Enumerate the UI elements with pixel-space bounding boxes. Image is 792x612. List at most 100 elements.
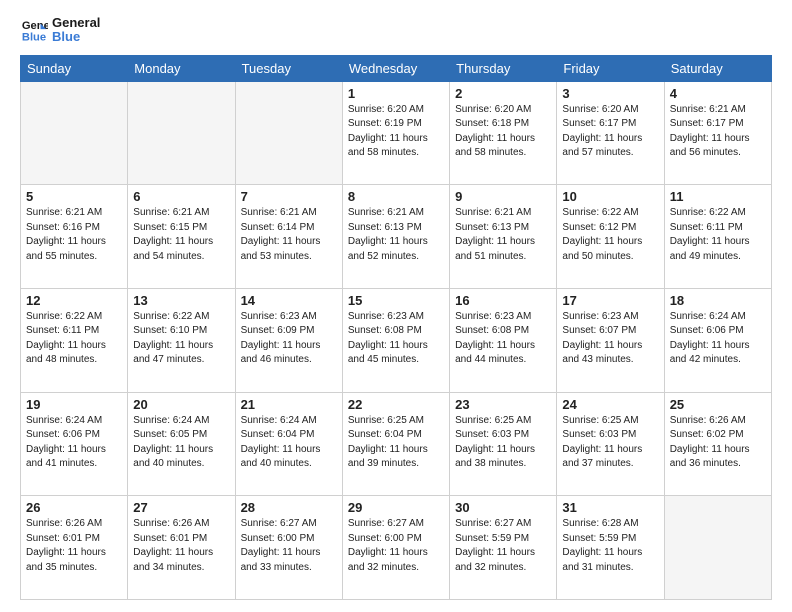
day-number: 11	[670, 189, 766, 204]
day-number: 31	[562, 500, 658, 515]
day-number: 1	[348, 86, 444, 101]
day-info: Sunrise: 6:22 AM Sunset: 6:10 PM Dayligh…	[133, 310, 229, 368]
header-sunday: Sunday	[21, 55, 128, 81]
day-info: Sunrise: 6:21 AM Sunset: 6:16 PM Dayligh…	[26, 206, 122, 264]
day-info: Sunrise: 6:23 AM Sunset: 6:07 PM Dayligh…	[562, 310, 658, 368]
calendar-table: Sunday Monday Tuesday Wednesday Thursday…	[20, 55, 772, 600]
day-number: 9	[455, 189, 551, 204]
day-info: Sunrise: 6:25 AM Sunset: 6:03 PM Dayligh…	[562, 414, 658, 472]
day-number: 6	[133, 189, 229, 204]
day-cell: 16 Sunrise: 6:23 AM Sunset: 6:08 PM Dayli…	[450, 288, 557, 392]
day-number: 12	[26, 293, 122, 308]
day-info: Sunrise: 6:27 AM Sunset: 5:59 PM Dayligh…	[455, 517, 551, 575]
week-row-0: 1 Sunrise: 6:20 AM Sunset: 6:19 PM Daylig…	[21, 81, 772, 185]
day-cell: 19 Sunrise: 6:24 AM Sunset: 6:06 PM Dayli…	[21, 392, 128, 496]
day-number: 29	[348, 500, 444, 515]
day-number: 17	[562, 293, 658, 308]
day-info: Sunrise: 6:21 AM Sunset: 6:17 PM Dayligh…	[670, 103, 766, 161]
day-number: 22	[348, 397, 444, 412]
day-number: 25	[670, 397, 766, 412]
logo-general: General	[52, 16, 100, 30]
day-cell: 18Sunrise: 6:24 AM Sunset: 6:06 PM Dayli…	[664, 288, 771, 392]
day-info: Sunrise: 6:27 AM Sunset: 6:00 PM Dayligh…	[241, 517, 337, 575]
day-cell: 11 Sunrise: 6:22 AM Sunset: 6:11 PM Dayli…	[664, 185, 771, 289]
day-cell: 4Sunrise: 6:21 AM Sunset: 6:17 PM Daylig…	[664, 81, 771, 185]
day-info: Sunrise: 6:25 AM Sunset: 6:03 PM Dayligh…	[455, 414, 551, 472]
day-cell: 1 Sunrise: 6:20 AM Sunset: 6:19 PM Daylig…	[342, 81, 449, 185]
header-tuesday: Tuesday	[235, 55, 342, 81]
day-cell: 2 Sunrise: 6:20 AM Sunset: 6:18 PM Daylig…	[450, 81, 557, 185]
page: General Blue General Blue Sunday Monday …	[0, 0, 792, 612]
day-number: 14	[241, 293, 337, 308]
day-cell: 23 Sunrise: 6:25 AM Sunset: 6:03 PM Dayli…	[450, 392, 557, 496]
day-number: 5	[26, 189, 122, 204]
day-info: Sunrise: 6:24 AM Sunset: 6:05 PM Dayligh…	[133, 414, 229, 472]
week-row-2: 12 Sunrise: 6:22 AM Sunset: 6:11 PM Dayli…	[21, 288, 772, 392]
day-info: Sunrise: 6:22 AM Sunset: 6:11 PM Dayligh…	[26, 310, 122, 368]
header: General Blue General Blue	[20, 16, 772, 45]
day-cell: 25Sunrise: 6:26 AM Sunset: 6:02 PM Dayli…	[664, 392, 771, 496]
day-cell: 17 Sunrise: 6:23 AM Sunset: 6:07 PM Dayli…	[557, 288, 664, 392]
day-info: Sunrise: 6:26 AM Sunset: 6:01 PM Dayligh…	[133, 517, 229, 575]
day-cell: 21Sunrise: 6:24 AM Sunset: 6:04 PM Dayli…	[235, 392, 342, 496]
logo-icon: General Blue	[20, 16, 48, 44]
day-number: 19	[26, 397, 122, 412]
day-number: 23	[455, 397, 551, 412]
day-cell: 9 Sunrise: 6:21 AM Sunset: 6:13 PM Daylig…	[450, 185, 557, 289]
day-info: Sunrise: 6:21 AM Sunset: 6:13 PM Dayligh…	[455, 206, 551, 264]
weekday-header-row: Sunday Monday Tuesday Wednesday Thursday…	[21, 55, 772, 81]
day-number: 10	[562, 189, 658, 204]
day-info: Sunrise: 6:24 AM Sunset: 6:06 PM Dayligh…	[670, 310, 766, 368]
day-info: Sunrise: 6:28 AM Sunset: 5:59 PM Dayligh…	[562, 517, 658, 575]
header-monday: Monday	[128, 55, 235, 81]
day-info: Sunrise: 6:24 AM Sunset: 6:06 PM Dayligh…	[26, 414, 122, 472]
day-info: Sunrise: 6:22 AM Sunset: 6:12 PM Dayligh…	[562, 206, 658, 264]
day-cell	[21, 81, 128, 185]
day-info: Sunrise: 6:21 AM Sunset: 6:15 PM Dayligh…	[133, 206, 229, 264]
header-saturday: Saturday	[664, 55, 771, 81]
day-info: Sunrise: 6:23 AM Sunset: 6:08 PM Dayligh…	[455, 310, 551, 368]
day-number: 13	[133, 293, 229, 308]
day-number: 26	[26, 500, 122, 515]
logo: General Blue General Blue	[20, 16, 100, 45]
day-cell	[235, 81, 342, 185]
day-cell: 12 Sunrise: 6:22 AM Sunset: 6:11 PM Dayli…	[21, 288, 128, 392]
week-row-1: 5 Sunrise: 6:21 AM Sunset: 6:16 PM Daylig…	[21, 185, 772, 289]
day-info: Sunrise: 6:20 AM Sunset: 6:19 PM Dayligh…	[348, 103, 444, 161]
day-cell	[664, 496, 771, 600]
day-info: Sunrise: 6:20 AM Sunset: 6:18 PM Dayligh…	[455, 103, 551, 161]
day-number: 16	[455, 293, 551, 308]
day-cell: 15 Sunrise: 6:23 AM Sunset: 6:08 PM Dayli…	[342, 288, 449, 392]
day-info: Sunrise: 6:23 AM Sunset: 6:09 PM Dayligh…	[241, 310, 337, 368]
day-cell: 28 Sunrise: 6:27 AM Sunset: 6:00 PM Dayli…	[235, 496, 342, 600]
day-cell: 8 Sunrise: 6:21 AM Sunset: 6:13 PM Daylig…	[342, 185, 449, 289]
day-number: 28	[241, 500, 337, 515]
day-number: 20	[133, 397, 229, 412]
day-info: Sunrise: 6:24 AM Sunset: 6:04 PM Dayligh…	[241, 414, 337, 472]
day-number: 30	[455, 500, 551, 515]
day-cell: 13 Sunrise: 6:22 AM Sunset: 6:10 PM Dayli…	[128, 288, 235, 392]
day-cell: 22 Sunrise: 6:25 AM Sunset: 6:04 PM Dayli…	[342, 392, 449, 496]
svg-text:Blue: Blue	[22, 32, 46, 44]
day-number: 7	[241, 189, 337, 204]
day-number: 8	[348, 189, 444, 204]
day-info: Sunrise: 6:25 AM Sunset: 6:04 PM Dayligh…	[348, 414, 444, 472]
day-number: 3	[562, 86, 658, 101]
day-number: 15	[348, 293, 444, 308]
day-number: 2	[455, 86, 551, 101]
day-cell: 5 Sunrise: 6:21 AM Sunset: 6:16 PM Daylig…	[21, 185, 128, 289]
day-cell: 24Sunrise: 6:25 AM Sunset: 6:03 PM Dayli…	[557, 392, 664, 496]
day-cell: 31 Sunrise: 6:28 AM Sunset: 5:59 PM Dayli…	[557, 496, 664, 600]
day-info: Sunrise: 6:20 AM Sunset: 6:17 PM Dayligh…	[562, 103, 658, 161]
day-info: Sunrise: 6:21 AM Sunset: 6:13 PM Dayligh…	[348, 206, 444, 264]
day-info: Sunrise: 6:22 AM Sunset: 6:11 PM Dayligh…	[670, 206, 766, 264]
day-cell: 7Sunrise: 6:21 AM Sunset: 6:14 PM Daylig…	[235, 185, 342, 289]
day-number: 27	[133, 500, 229, 515]
day-info: Sunrise: 6:23 AM Sunset: 6:08 PM Dayligh…	[348, 310, 444, 368]
day-cell: 26 Sunrise: 6:26 AM Sunset: 6:01 PM Dayli…	[21, 496, 128, 600]
day-info: Sunrise: 6:26 AM Sunset: 6:01 PM Dayligh…	[26, 517, 122, 575]
day-cell	[128, 81, 235, 185]
svg-text:General: General	[22, 20, 48, 32]
day-cell: 3 Sunrise: 6:20 AM Sunset: 6:17 PM Daylig…	[557, 81, 664, 185]
day-cell: 30 Sunrise: 6:27 AM Sunset: 5:59 PM Dayli…	[450, 496, 557, 600]
